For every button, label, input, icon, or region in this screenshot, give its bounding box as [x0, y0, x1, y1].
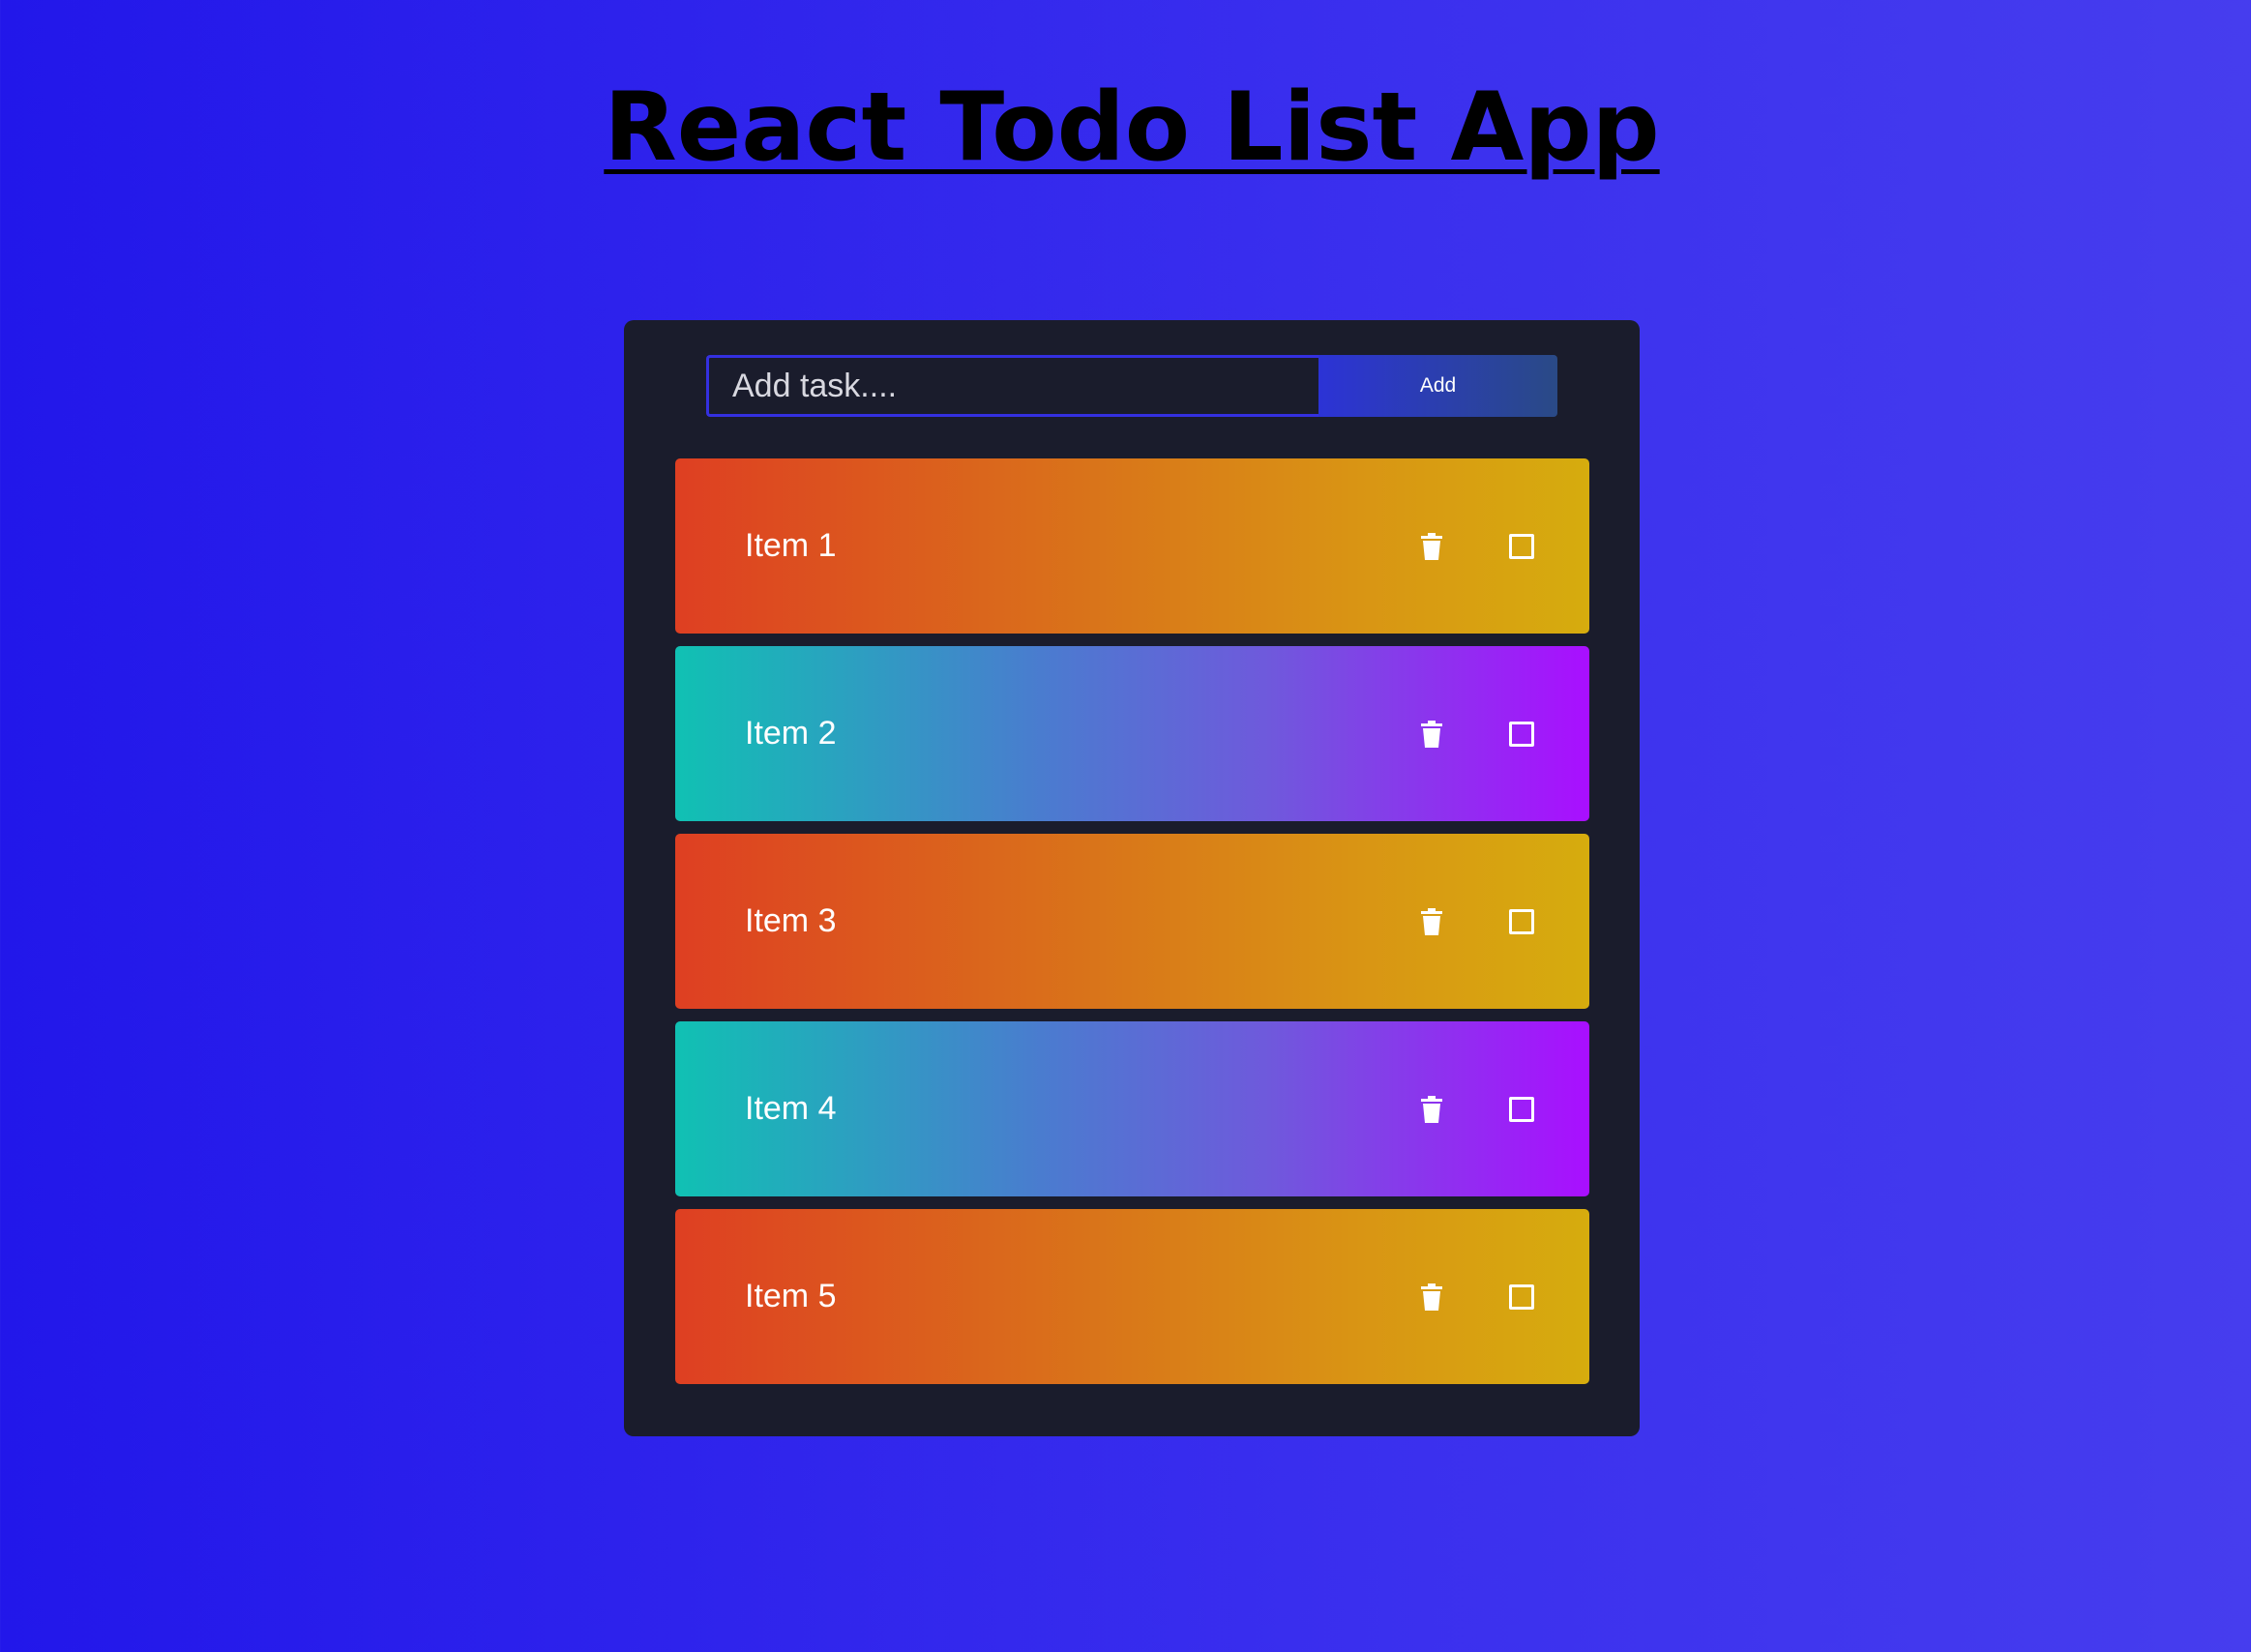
- trash-icon[interactable]: [1421, 533, 1442, 560]
- trash-icon[interactable]: [1421, 1096, 1442, 1123]
- todo-item: Item 3: [675, 834, 1589, 1009]
- todo-list: Item 1 Item 2 Item 3 Item 4 Item 5: [675, 458, 1589, 1397]
- trash-icon[interactable]: [1421, 908, 1442, 935]
- add-task-form: Add: [706, 355, 1557, 417]
- todo-item-label: Item 3: [745, 902, 837, 939]
- todo-item: Item 4: [675, 1021, 1589, 1196]
- todo-item-label: Item 2: [745, 715, 837, 752]
- todo-item-label: Item 4: [745, 1090, 837, 1127]
- todo-item: Item 2: [675, 646, 1589, 821]
- add-button[interactable]: Add: [1318, 355, 1557, 417]
- checkbox-icon[interactable]: [1509, 909, 1534, 934]
- todo-item: Item 1: [675, 458, 1589, 634]
- todo-item: Item 5: [675, 1209, 1589, 1384]
- checkbox-icon[interactable]: [1509, 722, 1534, 747]
- trash-icon[interactable]: [1421, 721, 1442, 748]
- add-task-input[interactable]: [706, 355, 1318, 417]
- todo-item-label: Item 5: [745, 1278, 837, 1314]
- todo-card: Add Item 1 Item 2 Item 3: [624, 320, 1640, 1436]
- trash-icon[interactable]: [1421, 1283, 1442, 1311]
- todo-item-label: Item 1: [745, 527, 837, 564]
- checkbox-icon[interactable]: [1509, 1097, 1534, 1122]
- page-title-text: React Todo List App: [604, 73, 1660, 183]
- page-title: React Todo List App: [0, 70, 2251, 186]
- checkbox-icon[interactable]: [1509, 1284, 1534, 1310]
- checkbox-icon[interactable]: [1509, 534, 1534, 559]
